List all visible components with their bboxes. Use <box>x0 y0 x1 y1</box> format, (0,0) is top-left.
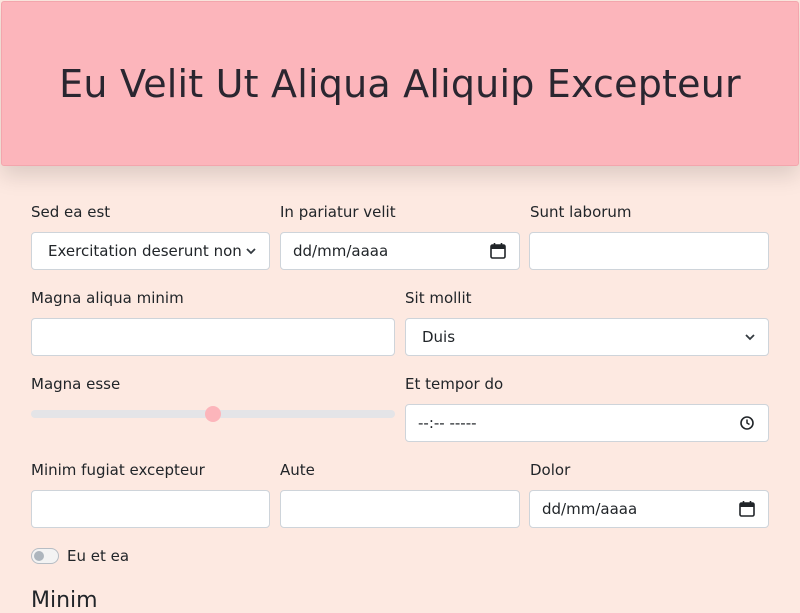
minim-fugiat-excepteur-input[interactable] <box>31 490 270 528</box>
in-pariatur-velit-label: In pariatur velit <box>280 203 396 221</box>
sed-ea-est-value: Exercitation deserunt non <box>48 242 242 260</box>
calendar-icon[interactable] <box>489 242 507 260</box>
et-tempor-do-label: Et tempor do <box>405 375 504 393</box>
date-placeholder: dd/mm/aaaa <box>542 500 638 518</box>
sit-mollit-value: Duis <box>422 328 456 346</box>
date-placeholder: dd/mm/aaaa <box>293 242 389 260</box>
eu-et-ea-toggle[interactable] <box>31 548 59 564</box>
aute-label: Aute <box>280 461 315 479</box>
time-placeholder: --:-- ----- <box>418 414 477 432</box>
sunt-laborum-input[interactable] <box>529 232 769 270</box>
aute-input[interactable] <box>280 490 520 528</box>
sunt-laborum-label: Sunt laborum <box>530 203 632 221</box>
sed-ea-est-select[interactable]: Exercitation deserunt non <box>31 232 270 270</box>
sed-ea-est-label: Sed ea est <box>31 203 111 221</box>
magna-aliqua-minim-input[interactable] <box>31 318 395 356</box>
sit-mollit-label: Sit mollit <box>405 289 472 307</box>
chevron-down-icon <box>745 334 755 341</box>
magna-esse-slider-thumb[interactable] <box>205 406 221 422</box>
dolor-label: Dolor <box>530 461 571 479</box>
magna-aliqua-minim-label: Magna aliqua minim <box>31 289 184 307</box>
et-tempor-do-time-input[interactable]: --:-- ----- <box>405 404 769 442</box>
sit-mollit-select[interactable]: Duis <box>405 318 769 356</box>
calendar-icon[interactable] <box>738 500 756 518</box>
clock-icon[interactable] <box>738 414 756 432</box>
minim-fugiat-excepteur-label: Minim fugiat excepteur <box>31 461 205 479</box>
magna-esse-label: Magna esse <box>31 375 121 393</box>
in-pariatur-velit-date-input[interactable]: dd/mm/aaaa <box>280 232 520 270</box>
page-title: Eu Velit Ut Aliqua Aliquip Excepteur <box>59 61 741 106</box>
dolor-date-input[interactable]: dd/mm/aaaa <box>529 490 769 528</box>
toggle-knob <box>34 551 44 561</box>
chevron-down-icon <box>246 248 256 255</box>
page-header: Eu Velit Ut Aliqua Aliquip Excepteur <box>1 1 799 166</box>
eu-et-ea-label: Eu et ea <box>67 547 130 565</box>
section-heading: Minim <box>31 588 98 613</box>
